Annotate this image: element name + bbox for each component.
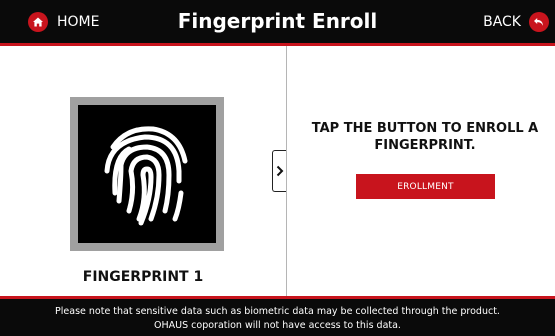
fingerprint-icon: [78, 105, 216, 243]
fingerprint-tile[interactable]: [70, 97, 224, 251]
home-icon: [28, 11, 48, 32]
home-button[interactable]: HOME: [28, 0, 99, 43]
fingerprint-panel: FINGERPRINT 1: [0, 46, 286, 296]
back-arrow-icon: [529, 11, 549, 32]
chevron-right-icon: [276, 165, 283, 177]
back-button[interactable]: BACK: [483, 0, 549, 43]
main-content: FINGERPRINT 1 TAP THE BUTTON TO ENROLL A…: [0, 46, 555, 296]
notice-line-2: OHAUS coporation will not have access to…: [154, 320, 401, 331]
panel-toggle-button[interactable]: [272, 150, 286, 192]
privacy-notice: Please note that sensitive data such as …: [0, 296, 555, 336]
home-label: HOME: [57, 13, 100, 30]
enrollment-button[interactable]: EROLLMENT: [356, 174, 495, 199]
panel-divider: [286, 46, 287, 296]
back-label: BACK: [483, 13, 521, 30]
notice-line-1: Please note that sensitive data such as …: [55, 306, 500, 317]
fingerprint-label: FINGERPRINT 1: [82, 269, 204, 285]
header-bar: Fingerprint Enroll HOME BACK: [0, 0, 555, 46]
enroll-instruction: TAP THE BUTTON TO ENROLL A FINGERPRINT.: [311, 121, 539, 153]
